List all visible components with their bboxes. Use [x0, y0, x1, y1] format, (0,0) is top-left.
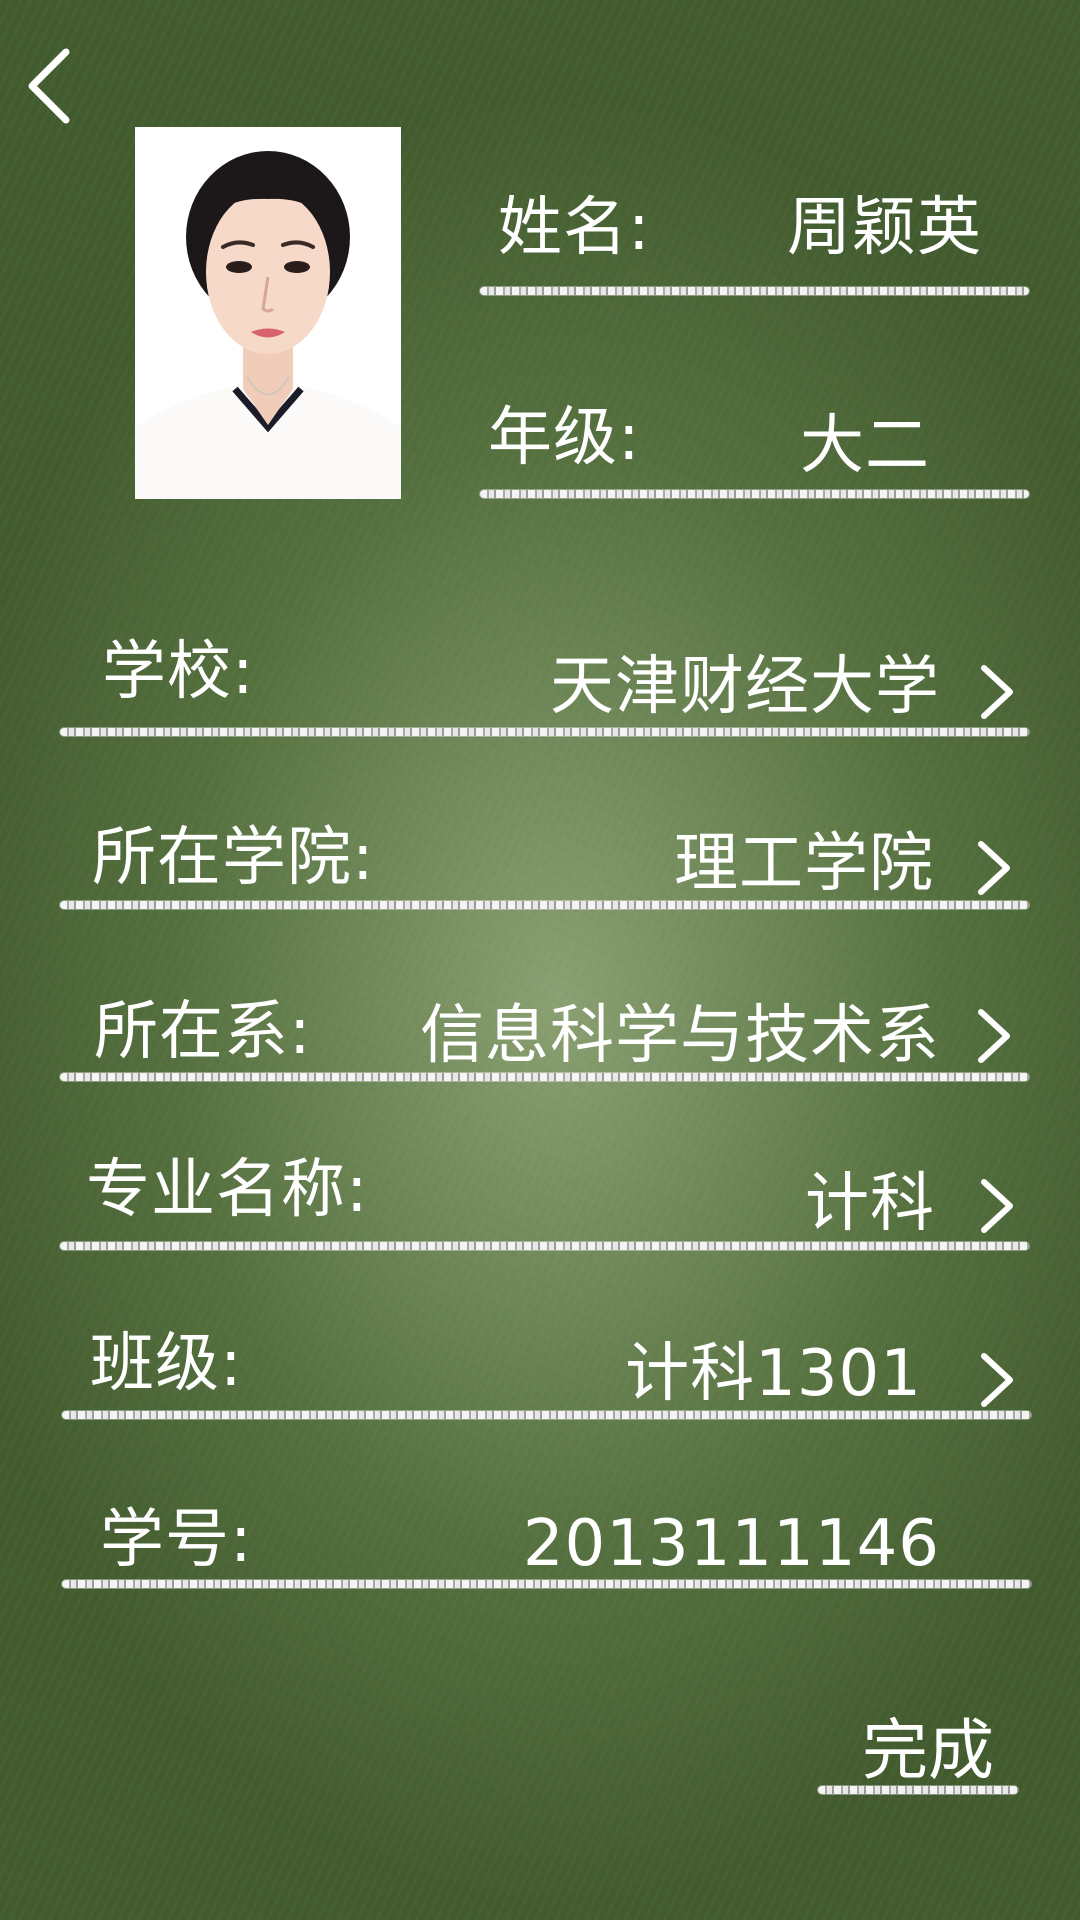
grade-underline [480, 490, 1029, 498]
chevron-right-icon [981, 665, 1013, 719]
department-underline [60, 1073, 1029, 1081]
grade-value[interactable]: 大二 [800, 414, 930, 478]
college-value: 理工学院 [674, 827, 934, 901]
major-value: 计科 [805, 1167, 935, 1241]
major-underline [60, 1242, 1029, 1250]
name-underline [480, 287, 1029, 295]
college-chevron[interactable] [975, 838, 1015, 898]
grade-label: 年级: [488, 401, 641, 475]
back-button[interactable] [22, 46, 82, 126]
department-chevron[interactable] [975, 1006, 1015, 1066]
school-chevron[interactable] [978, 662, 1018, 722]
chevron-left-icon [28, 48, 70, 124]
class-underline [62, 1411, 1031, 1419]
portrait-image [135, 127, 401, 499]
major-label: 专业名称: [86, 1153, 369, 1227]
profile-photo[interactable] [135, 127, 401, 499]
done-underline [818, 1786, 1018, 1794]
class-chevron[interactable] [978, 1350, 1018, 1410]
department-label: 所在系: [94, 995, 312, 1069]
student-id-value: 2013111146 [522, 1507, 940, 1581]
chevron-right-icon [981, 1353, 1013, 1407]
chevron-right-icon [981, 1179, 1013, 1233]
class-label: 班级: [90, 1327, 243, 1401]
major-chevron[interactable] [978, 1176, 1018, 1236]
name-label: 姓名: [498, 191, 651, 265]
done-button[interactable]: 完成 [862, 1718, 994, 1784]
student-id-label: 学号: [100, 1503, 253, 1577]
school-label: 学校: [102, 635, 255, 709]
chevron-right-icon [978, 1009, 1010, 1063]
college-label: 所在学院: [92, 821, 375, 895]
school-underline [60, 728, 1029, 736]
department-value: 信息科学与技术系 [420, 999, 940, 1073]
college-underline [60, 901, 1029, 909]
class-value: 计科1301 [625, 1337, 922, 1411]
name-value[interactable]: 周颖英 [787, 196, 982, 260]
school-value: 天津财经大学 [550, 650, 940, 724]
chevron-right-icon [978, 841, 1010, 895]
student-id-underline [62, 1580, 1031, 1588]
